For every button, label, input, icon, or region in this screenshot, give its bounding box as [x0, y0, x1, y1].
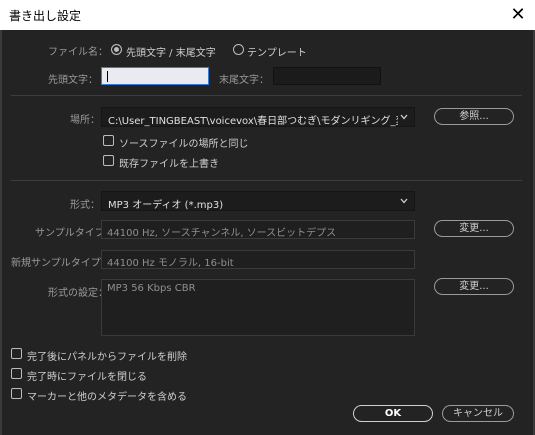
- radio-prefix-suffix-label[interactable]: 先頭文字 / 末尾文字: [126, 44, 216, 59]
- format-settings-value: MP3 56 Kbps CBR: [107, 283, 196, 294]
- same-as-source-checkbox[interactable]: [103, 135, 114, 146]
- format-settings-field: MP3 56 Kbps CBR: [101, 279, 415, 336]
- prefix-input[interactable]: [101, 67, 209, 85]
- close-on-complete-checkbox[interactable]: [11, 368, 22, 379]
- remove-from-panel-label[interactable]: 完了後にパネルからファイルを削除: [27, 348, 187, 363]
- close-on-complete-label[interactable]: 完了時にファイルを閉じる: [27, 368, 147, 383]
- same-as-source-label[interactable]: ソースファイルの場所と同じ: [119, 135, 249, 150]
- window-frame-left: [0, 30, 2, 435]
- format-label: 形式：: [70, 200, 100, 211]
- new-sample-type-field: 44100 Hz モノラル, 16-bit: [101, 250, 415, 269]
- suffix-input[interactable]: [273, 67, 381, 85]
- cancel-button[interactable]: キャンセル: [442, 405, 514, 422]
- sample-type-change-button[interactable]: 変更...: [434, 220, 514, 237]
- close-icon: ✕: [510, 4, 526, 25]
- remove-from-panel-checkbox[interactable]: [11, 348, 22, 359]
- text-caret: [107, 71, 108, 82]
- location-label: 場所：: [70, 115, 100, 126]
- include-metadata-label[interactable]: マーカーと他のメタデータを含める: [27, 388, 187, 403]
- sample-type-field: 44100 Hz, ソースチャンネル, ソースビットデプス: [101, 220, 415, 239]
- format-settings-label: 形式の設定：: [48, 288, 108, 299]
- separator: [11, 95, 522, 96]
- radio-prefix-suffix[interactable]: [111, 44, 122, 55]
- radio-template-label[interactable]: テンプレート: [247, 44, 307, 59]
- title-bar: 書き出し設定 ✕: [0, 0, 535, 30]
- location-path: C:\User_TINGBEAST\voicevox\春日部つむぎ\モダンリギン…: [108, 116, 398, 127]
- overwrite-checkbox[interactable]: [103, 155, 114, 166]
- window-title: 書き出し設定: [9, 9, 82, 23]
- radio-template[interactable]: [233, 44, 244, 55]
- new-sample-type-value: 44100 Hz モノラル, 16-bit: [107, 258, 234, 269]
- suffix-label: 末尾文字：: [219, 75, 269, 86]
- include-metadata-checkbox[interactable]: [11, 388, 22, 399]
- browse-button[interactable]: 参照...: [434, 108, 514, 125]
- ok-button[interactable]: OK: [353, 405, 433, 422]
- format-value: MP3 オーディオ (*.mp3): [108, 200, 224, 211]
- chevron-down-icon: [400, 198, 408, 204]
- close-button[interactable]: ✕: [503, 0, 533, 30]
- overwrite-label[interactable]: 既存ファイルを上書き: [119, 155, 219, 170]
- location-dropdown[interactable]: C:\User_TINGBEAST\voicevox\春日部つむぎ\モダンリギン…: [101, 107, 415, 127]
- new-sample-type-label: 新規サンプルタイプ：: [11, 258, 111, 269]
- format-settings-change-button[interactable]: 変更...: [434, 278, 514, 295]
- chevron-down-icon: [400, 114, 408, 120]
- prefix-label: 先頭文字：: [48, 75, 98, 86]
- separator: [11, 180, 522, 181]
- filename-label: ファイル名：: [48, 47, 108, 58]
- sample-type-value: 44100 Hz, ソースチャンネル, ソースビットデプス: [107, 228, 337, 239]
- format-dropdown[interactable]: MP3 オーディオ (*.mp3): [101, 191, 415, 211]
